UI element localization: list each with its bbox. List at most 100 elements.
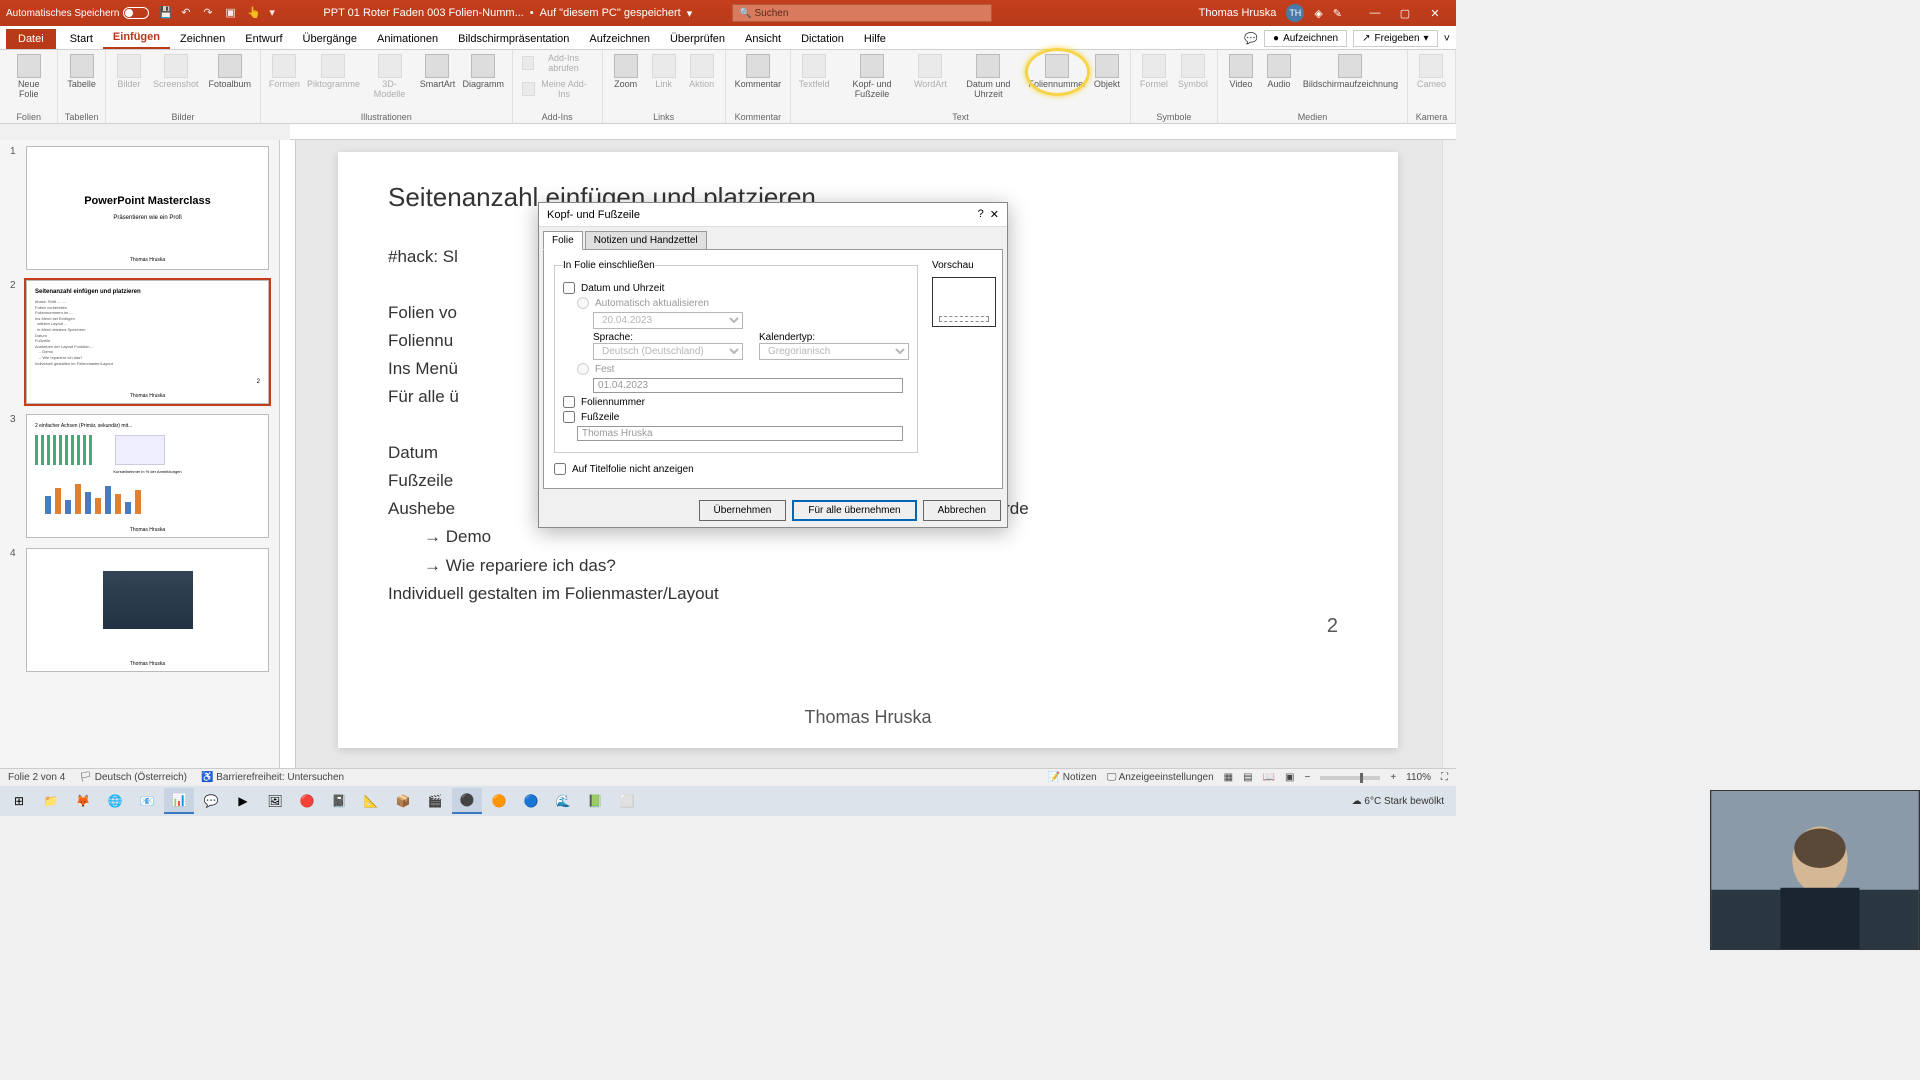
save-icon[interactable]: 💾 xyxy=(159,6,173,20)
tab-uebergaenge[interactable]: Übergänge xyxy=(293,29,367,49)
apply-button[interactable]: Übernehmen xyxy=(699,500,787,521)
photoalbum-button[interactable]: Fotoalbum xyxy=(205,52,254,92)
touch-icon[interactable]: 👆 xyxy=(247,6,261,20)
tab-file[interactable]: Datei xyxy=(6,29,56,49)
dialog-tab-slide[interactable]: Folie xyxy=(543,231,583,250)
obs-icon[interactable]: ⚫ xyxy=(452,788,482,814)
tab-start[interactable]: Start xyxy=(60,29,103,49)
chart-button[interactable]: Diagramm xyxy=(461,52,506,92)
datetime-checkbox[interactable] xyxy=(563,282,575,294)
slideshow-view-icon[interactable]: ▣ xyxy=(1285,772,1294,783)
my-addins-button[interactable]: Meine Add-Ins xyxy=(519,78,596,102)
tab-einfuegen[interactable]: Einfügen xyxy=(103,27,170,49)
qat-more-icon[interactable]: ▾ xyxy=(269,6,283,20)
action-button[interactable]: Aktion xyxy=(685,52,719,92)
draw-icon[interactable]: ✎ xyxy=(1333,7,1342,20)
record-button[interactable]: ● Aufzeichnen xyxy=(1264,30,1347,47)
app8-icon[interactable]: ⬜ xyxy=(612,788,642,814)
normal-view-icon[interactable]: ▦ xyxy=(1224,772,1233,783)
tab-entwurf[interactable]: Entwurf xyxy=(235,29,292,49)
zoom-slider[interactable] xyxy=(1320,776,1380,780)
user-name[interactable]: Thomas Hruska xyxy=(1199,7,1277,19)
table-button[interactable]: Tabelle xyxy=(64,52,99,92)
start-icon[interactable]: ⊞ xyxy=(4,788,34,814)
smartart-button[interactable]: SmartArt xyxy=(418,52,457,92)
tab-aufzeichnen[interactable]: Aufzeichnen xyxy=(579,29,660,49)
display-settings-button[interactable]: 🖵 Anzeigeeinstellungen xyxy=(1107,772,1214,783)
slide-canvas[interactable]: Seitenanzahl einfügen und platzieren #ha… xyxy=(338,152,1398,748)
symbol-button[interactable]: Symbol xyxy=(1175,52,1211,92)
apply-all-button[interactable]: Für alle übernehmen xyxy=(792,500,916,521)
visio-icon[interactable]: 📐 xyxy=(356,788,386,814)
user-avatar-icon[interactable]: TH xyxy=(1286,4,1304,22)
header-footer-button[interactable]: Kopf- und Fußzeile xyxy=(835,52,909,102)
fit-to-window-icon[interactable]: ⛶ xyxy=(1441,772,1448,783)
hide-on-title-checkbox[interactable] xyxy=(554,463,566,475)
document-title[interactable]: PPT 01 Roter Faden 003 Folien-Numm...• A… xyxy=(323,7,692,20)
shapes-button[interactable]: Formen xyxy=(267,52,302,92)
pictures-button[interactable]: Bilder xyxy=(112,52,146,92)
search-box[interactable]: 🔍 Suchen xyxy=(732,4,992,22)
3dmodels-button[interactable]: 3D-Modelle xyxy=(365,52,414,102)
slidenumber-button[interactable]: Foliennummer xyxy=(1029,52,1086,92)
app5-icon[interactable]: 🎬 xyxy=(420,788,450,814)
notes-button[interactable]: 📝 Notizen xyxy=(1048,772,1097,783)
video-button[interactable]: Video xyxy=(1224,52,1258,92)
zoom-out-icon[interactable]: − xyxy=(1304,772,1310,783)
language-status[interactable]: 🏳 Deutsch (Österreich) xyxy=(79,772,187,783)
thumbnail-4[interactable]: 4 Thomas Hruska xyxy=(10,548,269,672)
chrome-icon[interactable]: 🌐 xyxy=(100,788,130,814)
footer-checkbox[interactable] xyxy=(563,411,575,423)
textbox-button[interactable]: Textfeld xyxy=(797,52,831,92)
coming-soon-icon[interactable]: ◈ xyxy=(1314,7,1322,20)
explorer-icon[interactable]: 📁 xyxy=(36,788,66,814)
cameo-button[interactable]: Cameo xyxy=(1414,52,1449,92)
screen-recording-button[interactable]: Bildschirmaufzeichnung xyxy=(1300,52,1401,92)
slidenumber-checkbox[interactable] xyxy=(563,396,575,408)
object-button[interactable]: Objekt xyxy=(1090,52,1124,92)
share-button[interactable]: ↗ Freigeben ▾ xyxy=(1353,30,1437,47)
get-addins-button[interactable]: Add-Ins abrufen xyxy=(519,52,596,76)
thumbnail-1[interactable]: 1 PowerPoint Masterclass Präsentieren wi… xyxy=(10,146,269,270)
excel-icon[interactable]: 📗 xyxy=(580,788,610,814)
redo-icon[interactable]: ↷ xyxy=(203,6,217,20)
cancel-button[interactable]: Abbrechen xyxy=(923,500,1001,521)
tab-animationen[interactable]: Animationen xyxy=(367,29,448,49)
outlook-icon[interactable]: 📧 xyxy=(132,788,162,814)
tab-hilfe[interactable]: Hilfe xyxy=(854,29,896,49)
tab-zeichnen[interactable]: Zeichnen xyxy=(170,29,235,49)
undo-icon[interactable]: ↶ xyxy=(181,6,195,20)
powerpoint-icon[interactable]: 📊 xyxy=(164,788,194,814)
maximize-icon[interactable]: ▢ xyxy=(1390,3,1420,23)
comments-icon[interactable]: 💬 xyxy=(1244,32,1258,45)
equation-button[interactable]: Formel xyxy=(1137,52,1171,92)
screenshot-button[interactable]: Screenshot xyxy=(150,52,202,92)
app6-icon[interactable]: 🟠 xyxy=(484,788,514,814)
vertical-scrollbar[interactable] xyxy=(1442,140,1456,768)
tab-ansicht[interactable]: Ansicht xyxy=(735,29,791,49)
app4-icon[interactable]: 📦 xyxy=(388,788,418,814)
onenote-icon[interactable]: 📓 xyxy=(324,788,354,814)
audio-button[interactable]: Audio xyxy=(1262,52,1296,92)
icons-button[interactable]: Piktogramme xyxy=(306,52,361,92)
tab-ueberpruefen[interactable]: Überprüfen xyxy=(660,29,735,49)
app7-icon[interactable]: 🔵 xyxy=(516,788,546,814)
weather-widget[interactable]: ☁ 6°C Stark bewölkt xyxy=(1352,796,1444,807)
collapse-ribbon-icon[interactable]: ˅ xyxy=(1444,33,1450,45)
reading-view-icon[interactable]: 📖 xyxy=(1263,772,1275,783)
new-slide-button[interactable]: Neue Folie xyxy=(6,52,51,102)
dialog-close-icon[interactable]: ✕ xyxy=(990,208,999,221)
zoom-button[interactable]: Zoom xyxy=(609,52,643,92)
accessibility-status[interactable]: ♿ Barrierefreiheit: Untersuchen xyxy=(201,772,344,783)
link-button[interactable]: Link xyxy=(647,52,681,92)
tab-praesentation[interactable]: Bildschirmpräsentation xyxy=(448,29,579,49)
thumbnail-3[interactable]: 3 2 einfacher Achsen (Primär, sekundär) … xyxy=(10,414,269,538)
comment-button[interactable]: Kommentar xyxy=(732,52,785,92)
firefox-icon[interactable]: 🦊 xyxy=(68,788,98,814)
thumbnail-2[interactable]: 2 Seitenanzahl einfügen und platzieren #… xyxy=(10,280,269,404)
vlc-icon[interactable]: ▶ xyxy=(228,788,258,814)
app-icon[interactable]: 💬 xyxy=(196,788,226,814)
sorter-view-icon[interactable]: ▤ xyxy=(1243,772,1252,783)
edge-icon[interactable]: 🌊 xyxy=(548,788,578,814)
datetime-button[interactable]: Datum und Uhrzeit xyxy=(952,52,1025,102)
